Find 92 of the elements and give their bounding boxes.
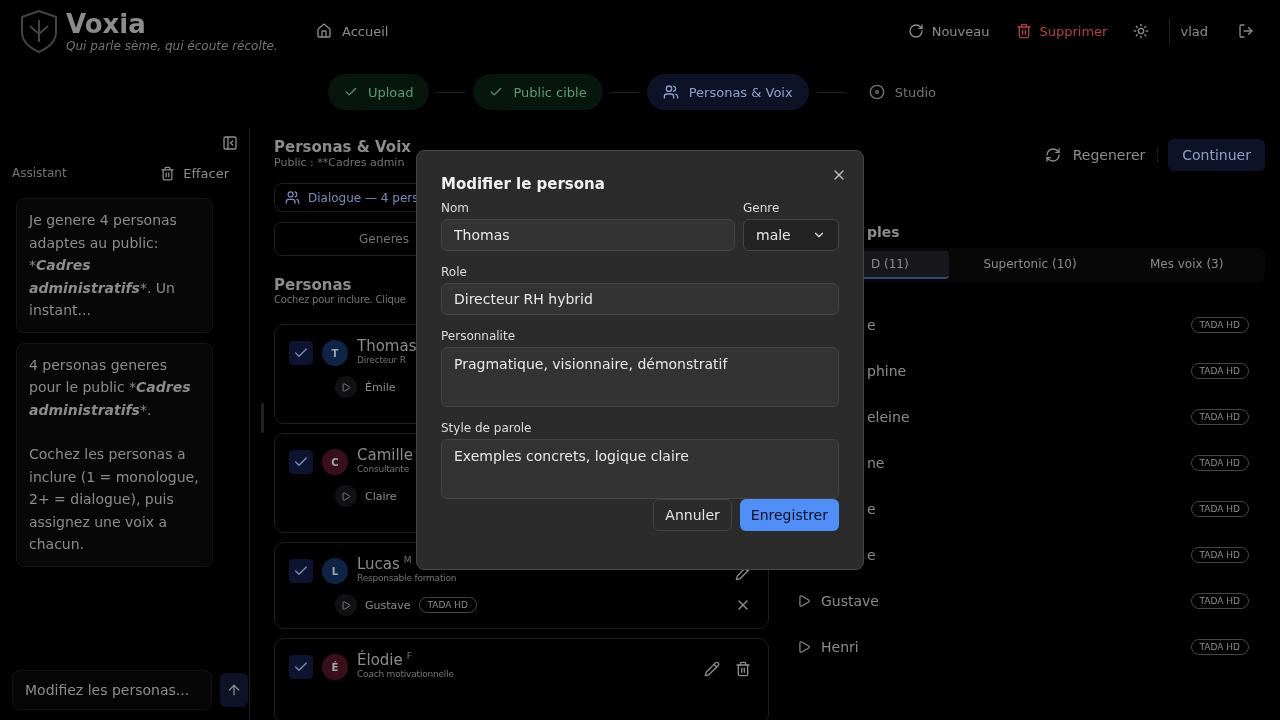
persona-role: Consultante xyxy=(357,464,409,474)
persona-name: Élodie xyxy=(357,651,403,669)
play-button[interactable] xyxy=(335,376,357,398)
field-label: Nom xyxy=(441,201,470,215)
play-icon xyxy=(341,381,351,393)
persona-role: Responsable formation xyxy=(357,573,457,583)
disc-icon xyxy=(868,84,885,100)
persona-role: Coach motivationnelle xyxy=(357,669,454,679)
voice-name: ne xyxy=(867,455,886,471)
pencil-icon xyxy=(704,661,720,677)
home-icon xyxy=(316,23,332,39)
nav-link[interactable]: Accueil xyxy=(310,17,395,45)
trash-icon xyxy=(160,165,176,181)
text-area[interactable]: Pragmatique, visionnaire, démonstratif xyxy=(441,347,839,407)
users-icon xyxy=(285,190,300,205)
tagline: Qui parle sème, qui écoute récolte. xyxy=(66,39,278,53)
trash-icon xyxy=(1015,23,1032,39)
regenerate-button[interactable]: Regenerer xyxy=(1032,147,1159,163)
panel-subtitle: Public : **Cadres admin xyxy=(274,156,405,169)
checkbox[interactable] xyxy=(289,655,313,679)
message-text: Je genere 4 personas adaptes au public: *Cadres administratifs*. Un instant... xyxy=(29,211,178,320)
scrollbar-thumb[interactable] xyxy=(260,403,264,433)
chat-input[interactable]: Modifiez les personas... xyxy=(12,670,212,710)
checkbox[interactable] xyxy=(289,559,313,583)
field-label: Personnalite xyxy=(441,329,517,343)
persona-name: Camille xyxy=(357,446,413,464)
refresh-icon xyxy=(907,23,924,39)
gender-mark: F xyxy=(406,651,412,661)
play-icon xyxy=(341,490,351,502)
dialog-title: Modifier le persona xyxy=(441,175,606,193)
panel-label: Assistant xyxy=(12,166,67,180)
text-area[interactable]: Exemples concrets, logique claire xyxy=(441,439,839,499)
play-button[interactable] xyxy=(335,594,357,616)
text-field[interactable]: Thomas xyxy=(441,219,735,251)
continue-button[interactable]: Continuer xyxy=(1168,139,1265,171)
logout-icon xyxy=(1238,23,1254,39)
voice-name: Henri xyxy=(821,639,860,655)
send-button[interactable] xyxy=(220,673,248,707)
refresh-icon xyxy=(1044,147,1061,163)
persona-name: Thomas xyxy=(357,337,417,355)
clear-button[interactable]: Effacer xyxy=(154,164,235,182)
field-label: Style de parole xyxy=(441,421,533,435)
message-text: 4 personas generes pour le public *Cadres administratifs*. xyxy=(29,355,192,420)
section-title: Personas xyxy=(274,276,353,294)
step-tab[interactable]: Studio xyxy=(852,74,953,110)
avatar: C xyxy=(322,449,348,475)
play-icon xyxy=(341,599,351,611)
step-tab[interactable]: Public cible xyxy=(473,74,603,110)
voice-name: e xyxy=(867,317,877,333)
voice-name: eleine xyxy=(867,409,911,425)
check-icon xyxy=(489,85,504,99)
delete-button[interactable]: Supprimer xyxy=(1005,17,1118,45)
avatar: É xyxy=(322,654,348,680)
voice-name: Gustave xyxy=(821,593,880,609)
users-icon xyxy=(662,84,679,100)
voice-name: e xyxy=(867,501,877,517)
trash-icon xyxy=(735,661,751,677)
voice-name: Émile xyxy=(365,380,396,394)
text-field[interactable]: Directeur RH hybrid xyxy=(441,283,839,315)
message-text: Cochez les personas a inclure (1 = monologue, 2+ = dialogue), puis assignez une voix a chacun. xyxy=(29,445,200,554)
voice-name: Gustave xyxy=(365,598,411,612)
play-icon[interactable] xyxy=(797,594,811,608)
sun-icon xyxy=(1133,23,1150,39)
voice-tab[interactable]: Supertonic (10) xyxy=(948,251,1106,279)
gender-mark: M xyxy=(403,555,412,565)
persona-name: Lucas xyxy=(357,555,400,573)
app-title: Voxia xyxy=(66,9,147,39)
field-label: Genre xyxy=(743,201,781,215)
cancel-button[interactable]: Annuler xyxy=(653,499,732,531)
step-tab[interactable]: Upload xyxy=(327,74,430,110)
section-title: ples xyxy=(867,224,900,240)
panel-collapse-icon xyxy=(222,135,238,151)
voice-tab[interactable]: Mes voix (3) xyxy=(1105,251,1262,279)
persona-role: Directeur R xyxy=(357,355,406,365)
play-icon[interactable] xyxy=(797,640,811,654)
panel-title: Personas & Voix xyxy=(274,138,412,156)
section-hint: Cochez pour inclure. Clique xyxy=(274,294,406,305)
gender-select[interactable]: male xyxy=(743,219,839,251)
play-button[interactable] xyxy=(335,485,357,507)
voice-name: phine xyxy=(867,363,908,379)
new-button[interactable]: Nouveau xyxy=(897,17,1000,45)
avatar: T xyxy=(322,340,348,366)
voice-name: Claire xyxy=(365,489,397,503)
check-icon xyxy=(343,85,358,99)
field-label: Role xyxy=(441,265,468,279)
checkbox[interactable] xyxy=(289,341,313,365)
voice-name: e xyxy=(867,547,877,563)
avatar: L xyxy=(322,558,348,584)
step-tab[interactable]: Personas & Voix xyxy=(646,74,809,110)
checkbox[interactable] xyxy=(289,450,313,474)
save-button[interactable]: Enregistrer xyxy=(739,499,839,531)
user-name: vlad xyxy=(1180,23,1208,39)
